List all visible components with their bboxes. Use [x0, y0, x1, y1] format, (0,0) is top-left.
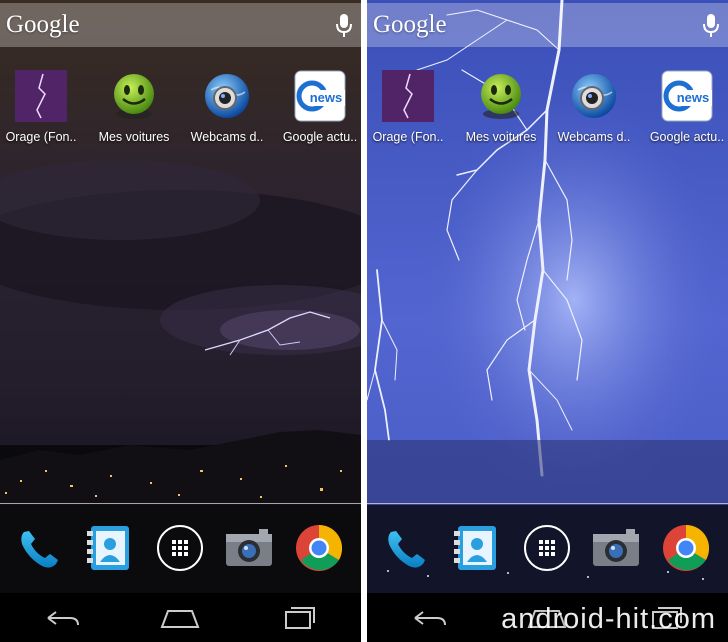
app-webcams[interactable]: Webcams d..: [182, 70, 272, 144]
lightning-thumbnail-icon: [382, 70, 434, 122]
green-smiley-car-icon: [481, 74, 521, 119]
lightning-thumbnail-icon: [15, 70, 67, 122]
app-drawer-icon[interactable]: [154, 522, 206, 574]
app-mes-voitures[interactable]: Mes voitures: [456, 70, 546, 144]
app-orage[interactable]: Orage (Fon..: [367, 70, 453, 144]
home-icon[interactable]: [158, 603, 202, 633]
back-icon[interactable]: [407, 603, 451, 633]
svg-text:news: news: [310, 90, 343, 105]
home-screen-left: Google Orage (Fon.. Mes voitures Webcams…: [0, 0, 361, 642]
recents-icon[interactable]: [278, 603, 322, 633]
green-smiley-car-icon: [114, 74, 154, 119]
app-shortcuts-row: Orage (Fon.. Mes voitures Webcams d.. ne…: [367, 70, 728, 150]
app-shortcuts-row: Orage (Fon.. Mes voitures Webcams d.. ne…: [0, 70, 361, 150]
camera-icon[interactable]: [590, 522, 642, 574]
app-google-actualites[interactable]: news Google actu..: [642, 70, 728, 144]
app-google-actualites[interactable]: news Google actu..: [275, 70, 361, 144]
watermark: android-hit.com: [501, 603, 716, 635]
google-search-bar[interactable]: Google: [0, 3, 361, 47]
chrome-icon[interactable]: [293, 522, 345, 574]
app-label: Orage (Fon..: [5, 130, 77, 144]
app-drawer-icon[interactable]: [521, 522, 573, 574]
dock-divider: [0, 503, 361, 504]
dock-divider: [367, 503, 728, 504]
app-mes-voitures[interactable]: Mes voitures: [89, 70, 179, 144]
google-search-bar[interactable]: Google: [367, 3, 728, 47]
google-logo: Google: [6, 11, 80, 38]
camera-icon[interactable]: [223, 522, 275, 574]
app-label: Mes voitures: [98, 130, 170, 144]
chrome-icon[interactable]: [660, 522, 712, 574]
mic-icon[interactable]: [334, 13, 354, 39]
phone-icon[interactable]: [381, 522, 433, 574]
app-label: Google actu..: [282, 130, 358, 144]
app-label: Google actu..: [649, 130, 725, 144]
contacts-icon[interactable]: [83, 522, 135, 574]
home-screen-right: Google Orage (Fon.. Mes voitures Webcams…: [367, 0, 728, 642]
contacts-icon[interactable]: [450, 522, 502, 574]
google-news-icon: news: [294, 70, 346, 122]
svg-text:news: news: [677, 90, 710, 105]
mic-icon[interactable]: [701, 13, 721, 39]
app-label: Webcams d..: [557, 130, 631, 144]
google-news-icon: news: [661, 70, 713, 122]
google-logo: Google: [373, 11, 447, 38]
back-icon[interactable]: [40, 603, 84, 633]
globe-webcam-icon: [205, 74, 249, 118]
app-label: Webcams d..: [190, 130, 264, 144]
navigation-bar: [0, 593, 361, 642]
globe-webcam-icon: [572, 74, 616, 118]
app-webcams[interactable]: Webcams d..: [549, 70, 639, 144]
app-label: Mes voitures: [465, 130, 537, 144]
phone-icon[interactable]: [14, 522, 66, 574]
app-orage[interactable]: Orage (Fon..: [0, 70, 86, 144]
app-label: Orage (Fon..: [372, 130, 444, 144]
